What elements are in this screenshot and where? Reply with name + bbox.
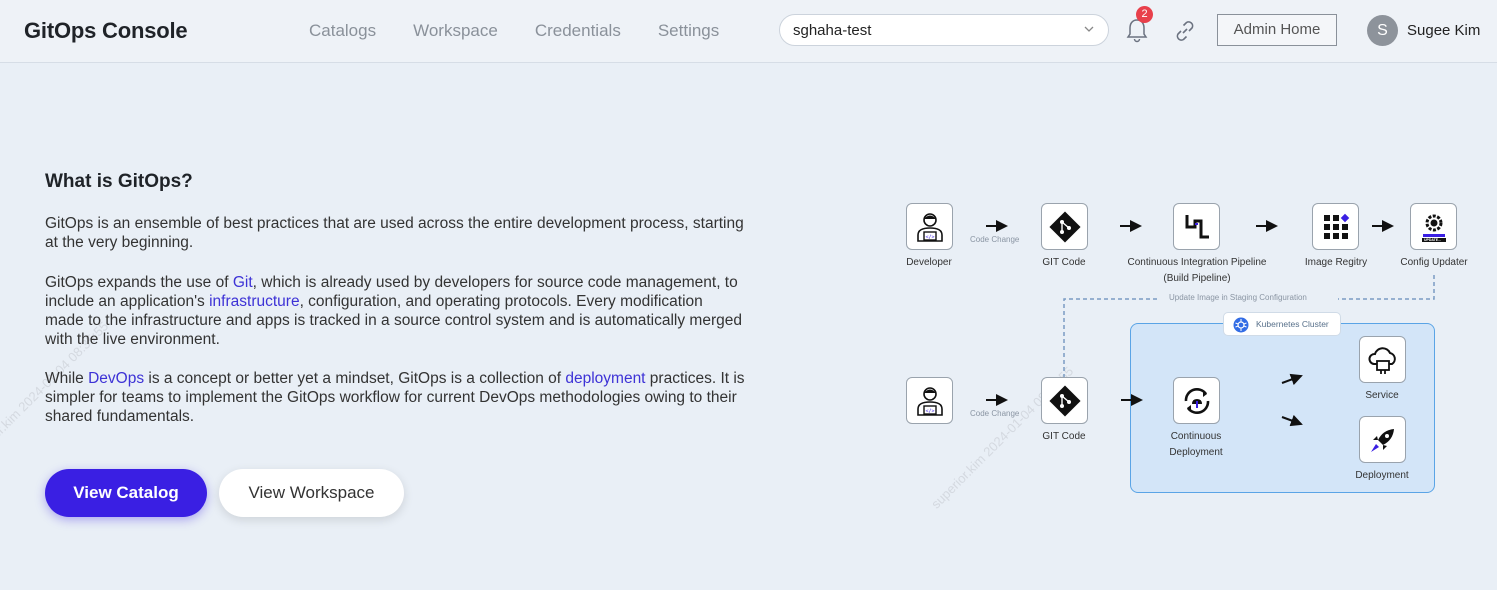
developer-node-2: </>	[906, 377, 953, 424]
developer-label: Developer	[906, 257, 952, 268]
cd-label-line2: Deployment	[1169, 447, 1223, 458]
ci-label-line1: Continuous Integration Pipeline	[1127, 257, 1267, 268]
git-code-node	[1041, 203, 1088, 250]
deployment-label: Deployment	[1355, 470, 1409, 481]
cd-label-line1: Continuous	[1170, 431, 1222, 442]
developer-icon: </>	[917, 387, 943, 416]
sync-cloud-icon	[1184, 388, 1210, 414]
ci-label-line2: (Build Pipeline)	[1163, 273, 1231, 284]
ci-pipeline-label: Continuous Integration Pipeline (Build P…	[1124, 255, 1270, 287]
pipeline-icon	[1185, 215, 1209, 239]
code-change-label: Code Change	[970, 235, 1020, 244]
kubernetes-icon	[1233, 317, 1249, 333]
continuous-deployment-label: Continuous Deployment	[1161, 429, 1231, 461]
config-updater-label: Config Updater	[1400, 257, 1468, 268]
ci-pipeline-node	[1173, 203, 1220, 250]
svg-text:</>: </>	[925, 409, 934, 415]
git-code-label: GIT Code	[1042, 257, 1086, 268]
git-icon	[1049, 385, 1081, 417]
git-icon	[1049, 211, 1081, 243]
update-image-text: Update Image in Staging Configuration	[1169, 293, 1307, 302]
svg-text:</>: </>	[925, 235, 934, 241]
updater-caption: UPDATE...	[1424, 238, 1442, 242]
rocket-icon	[1371, 429, 1394, 452]
registry-grid-icon	[1324, 213, 1350, 239]
cloud-service-icon	[1368, 347, 1396, 374]
update-image-label: Update Image in Staging Configuration	[1160, 292, 1338, 306]
service-node	[1359, 336, 1406, 383]
image-registry-node	[1312, 203, 1359, 250]
kubernetes-cluster-label: Kubernetes Cluster	[1256, 319, 1329, 329]
kubernetes-cluster-tag: Kubernetes Cluster	[1223, 312, 1341, 336]
developer-icon: </>	[917, 213, 943, 242]
continuous-deployment-node	[1173, 377, 1220, 424]
developer-node: </>	[906, 203, 953, 250]
deployment-node	[1359, 416, 1406, 463]
git-code-node-2	[1041, 377, 1088, 424]
service-label: Service	[1365, 390, 1399, 401]
image-registry-label: Image Regitry	[1304, 257, 1368, 268]
code-change-label-2: Code Change	[970, 409, 1020, 418]
config-updater-node: UPDATE...	[1410, 203, 1457, 250]
git-code-label-2: GIT Code	[1042, 431, 1086, 442]
